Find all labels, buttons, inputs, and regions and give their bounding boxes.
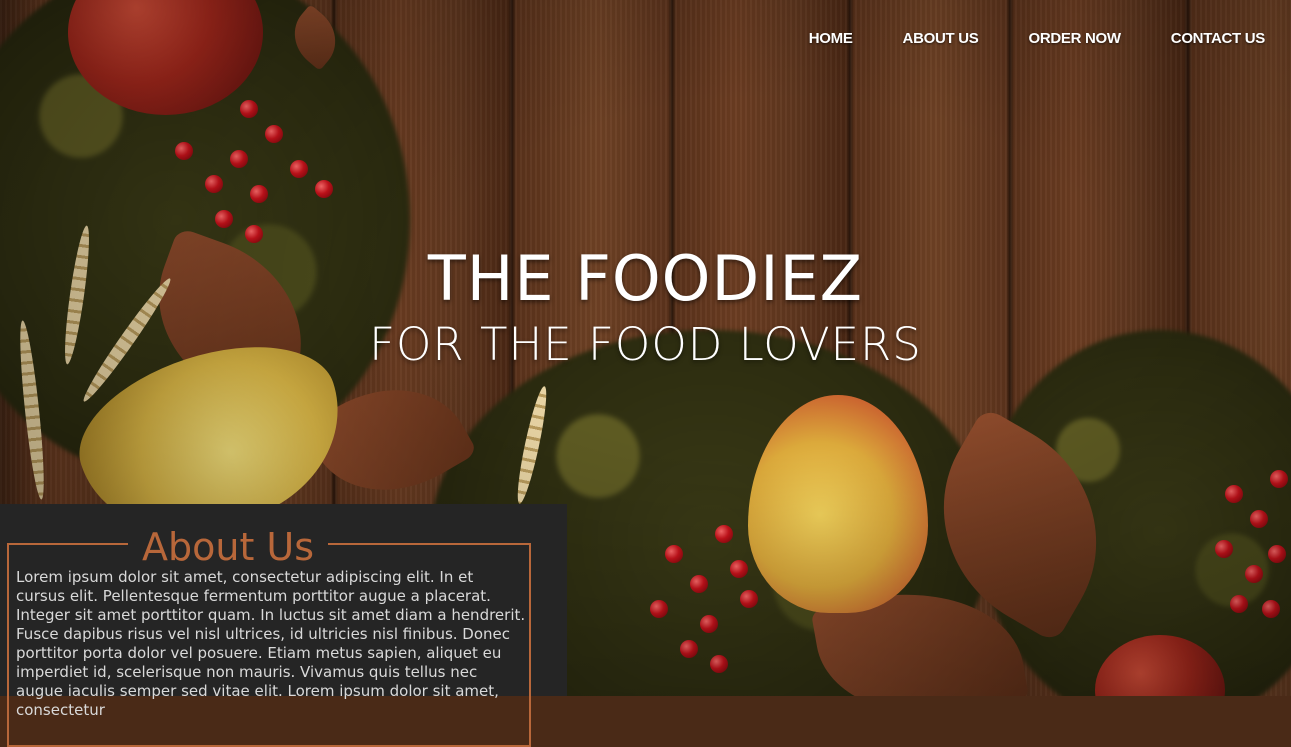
about-us-heading: About Us [128, 524, 329, 570]
about-us-section: About Us Lorem ipsum dolor sit amet, con… [0, 504, 567, 747]
nav-about-us-link[interactable]: ABOUT US [903, 30, 979, 47]
nav-home-link[interactable]: HOME [809, 30, 853, 47]
nav-contact-us-link[interactable]: CONTACT US [1171, 30, 1266, 47]
about-us-text: Lorem ipsum dolor sit amet, consectetur … [16, 568, 526, 719]
main-nav: HOME ABOUT US ORDER NOW CONTACT US [809, 30, 1266, 47]
hero-subtitle: FOR THE FOOD LOVERS [369, 318, 922, 371]
hero-title: THE FOODIEZ [427, 242, 864, 315]
nav-order-now-link[interactable]: ORDER NOW [1028, 30, 1121, 47]
